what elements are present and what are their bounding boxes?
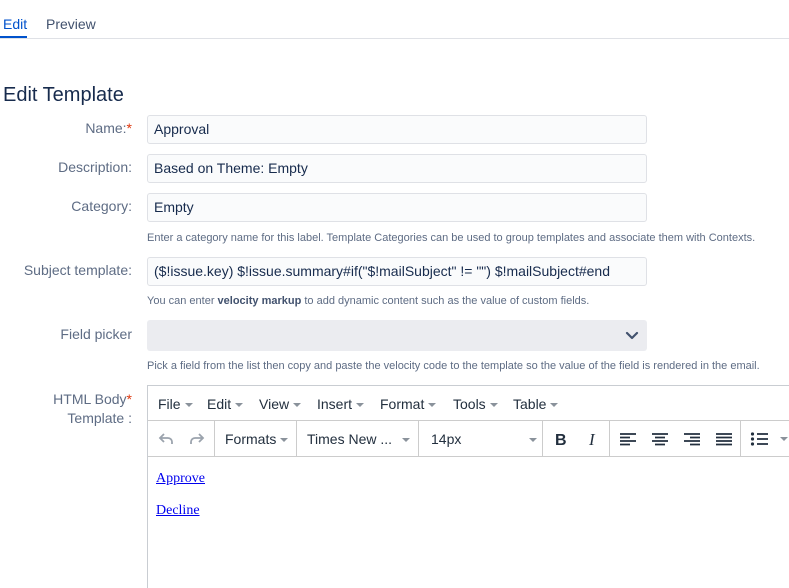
subject-template-input[interactable]: ($!issue.key) $!issue.summary#if("$!mail…	[147, 257, 647, 286]
menu-table[interactable]: Table	[513, 396, 559, 412]
bullet-list-icon[interactable]	[750, 429, 770, 449]
toolbar-separator	[214, 421, 215, 457]
description-input[interactable]: Based on Theme: Empty	[147, 154, 647, 183]
svg-text:B: B	[555, 432, 567, 449]
italic-icon[interactable]: I	[586, 429, 602, 449]
name-input[interactable]: Approval	[147, 115, 647, 144]
tab-bar: Edit Preview	[0, 0, 789, 39]
html-body-label: HTML Body* Template :	[53, 391, 132, 426]
align-right-icon[interactable]	[683, 429, 701, 449]
toolbar-separator	[609, 421, 610, 457]
editor-content[interactable]: Approve Decline	[156, 471, 205, 535]
chevron-down-icon	[625, 331, 639, 340]
velocity-markup-text: velocity markup	[217, 295, 302, 307]
category-label: Category:	[71, 198, 132, 214]
toolbar-separator	[740, 421, 741, 457]
tab-edit[interactable]: Edit	[3, 16, 27, 32]
align-center-icon[interactable]	[651, 429, 669, 449]
category-input[interactable]: Empty	[147, 193, 647, 222]
subject-template-label: Subject template:	[23, 262, 132, 278]
active-tab-indicator	[0, 36, 27, 38]
editor-menubar: File Edit View Insert Format Tools Table	[148, 386, 789, 420]
editor-toolbar: Formats Times New ... 14px B I	[148, 420, 789, 457]
formats-dropdown[interactable]: Formats	[225, 431, 289, 447]
subject-help-text: You can enter velocity markup to add dyn…	[147, 295, 590, 307]
align-justify-icon[interactable]	[715, 429, 733, 449]
field-picker-select[interactable]	[147, 320, 647, 351]
align-left-icon[interactable]	[619, 429, 637, 449]
name-label: Name:*	[85, 120, 132, 136]
menu-view[interactable]: View	[259, 396, 302, 412]
bold-icon[interactable]: B	[553, 429, 569, 449]
field-picker-help-text: Pick a field from the list then copy and…	[147, 360, 760, 372]
approve-link[interactable]: Approve	[156, 471, 205, 487]
decline-link[interactable]: Decline	[156, 503, 205, 519]
menu-file[interactable]: File	[158, 396, 193, 412]
toolbar-separator	[296, 421, 297, 457]
description-label: Description:	[58, 159, 132, 175]
svg-text:I: I	[588, 430, 596, 449]
menu-format[interactable]: Format	[380, 396, 437, 412]
undo-icon[interactable]	[158, 429, 174, 449]
font-size-dropdown[interactable]: 14px	[431, 431, 537, 447]
bullet-list-caret-icon[interactable]	[780, 437, 788, 441]
field-picker-label: Field picker	[60, 326, 132, 342]
category-help-text: Enter a category name for this label. Te…	[147, 232, 756, 244]
font-family-dropdown[interactable]: Times New ...	[307, 431, 411, 447]
toolbar-separator	[542, 421, 543, 457]
menu-tools[interactable]: Tools	[453, 396, 498, 412]
required-marker: *	[126, 120, 132, 136]
html-body-editor[interactable]: File Edit View Insert Format Tools Table…	[147, 385, 789, 588]
tab-preview[interactable]: Preview	[46, 16, 96, 32]
menu-edit[interactable]: Edit	[207, 396, 244, 412]
menu-insert[interactable]: Insert	[317, 396, 365, 412]
toolbar-separator	[418, 421, 419, 457]
redo-icon[interactable]	[189, 429, 205, 449]
page-title: Edit Template	[3, 84, 124, 106]
